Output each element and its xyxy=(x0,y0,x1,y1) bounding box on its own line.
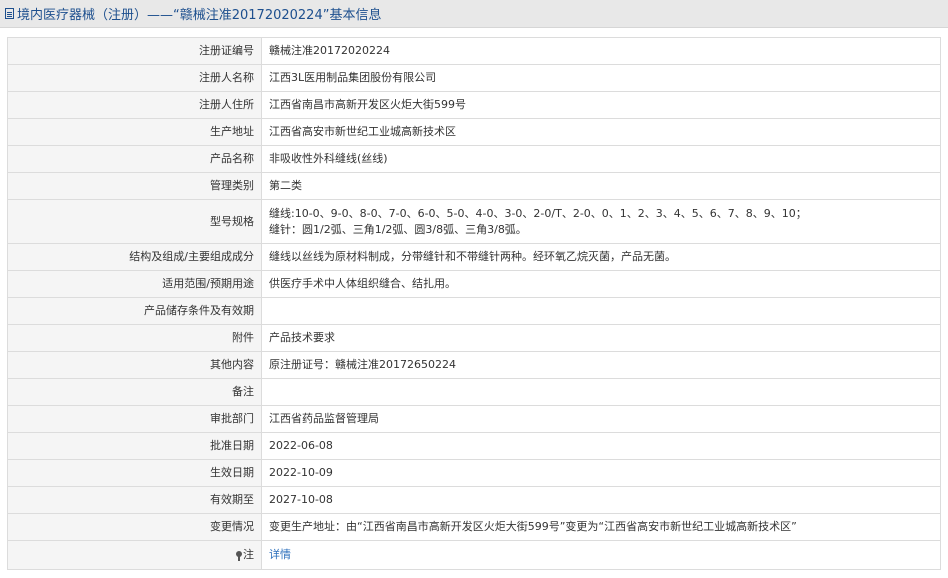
page-title-bar: 境内医疗器械（注册）——“赣械注准20172020224”基本信息 xyxy=(0,0,948,28)
row-value: 产品技术要求 xyxy=(261,324,941,352)
spec-needles: 缝针：圆1/2弧、三角1/2弧、圆3/8弧、三角3/8弧。 xyxy=(269,222,527,236)
row-value: 江西省药品监督管理局 xyxy=(261,405,941,433)
document-icon xyxy=(5,8,14,19)
row-value: 2022-06-08 xyxy=(261,432,941,460)
row-label: 生产地址 xyxy=(7,118,262,146)
row-value: 江西省南昌市高新开发区火炬大街599号 xyxy=(261,91,941,119)
table-row: 产品储存条件及有效期 xyxy=(7,297,941,325)
table-row: 产品名称 非吸收性外科缝线(丝线) xyxy=(7,145,941,173)
row-value: 详情 xyxy=(261,540,941,570)
table-row: 结构及组成/主要组成成分 缝线以丝线为原材料制成，分带缝针和不带缝针两种。经环氧… xyxy=(7,243,941,271)
row-label: 审批部门 xyxy=(7,405,262,433)
row-value xyxy=(261,378,941,406)
table-row: 生效日期 2022-10-09 xyxy=(7,459,941,487)
note-label: 注 xyxy=(243,548,254,561)
row-value: 原注册证号：赣械注准20172650224 xyxy=(261,351,941,379)
spec-sutures: 缝线:10-0、9-0、8-0、7-0、6-0、5-0、4-0、3-0、2-0/… xyxy=(269,206,807,220)
row-label: 有效期至 xyxy=(7,486,262,514)
row-value: 变更生产地址：由“江西省南昌市高新开发区火炬大街599号”变更为“江西省高安市新… xyxy=(261,513,941,541)
row-value: 供医疗手术中人体组织缝合、结扎用。 xyxy=(261,270,941,298)
row-label: 结构及组成/主要组成成分 xyxy=(7,243,262,271)
row-label: 注册人名称 xyxy=(7,64,262,92)
row-label: 注册证编号 xyxy=(7,37,262,65)
table-row: 附件 产品技术要求 xyxy=(7,324,941,352)
row-label: 注 xyxy=(7,540,262,570)
table-row: 备注 xyxy=(7,378,941,406)
row-label: 生效日期 xyxy=(7,459,262,487)
table-row: 适用范围/预期用途 供医疗手术中人体组织缝合、结扎用。 xyxy=(7,270,941,298)
table-row: 注册人住所 江西省南昌市高新开发区火炬大街599号 xyxy=(7,91,941,119)
details-link[interactable]: 详情 xyxy=(269,548,291,561)
row-value: 2027-10-08 xyxy=(261,486,941,514)
row-label: 附件 xyxy=(7,324,262,352)
row-value: 第二类 xyxy=(261,172,941,200)
row-value: 缝线:10-0、9-0、8-0、7-0、6-0、5-0、4-0、3-0、2-0/… xyxy=(261,199,941,244)
row-value: 缝线以丝线为原材料制成，分带缝针和不带缝针两种。经环氧乙烷灭菌，产品无菌。 xyxy=(261,243,941,271)
row-value: 2022-10-09 xyxy=(261,459,941,487)
table-row: 注册证编号 赣械注准20172020224 xyxy=(7,37,941,65)
row-label: 备注 xyxy=(7,378,262,406)
table-row: 型号规格 缝线:10-0、9-0、8-0、7-0、6-0、5-0、4-0、3-0… xyxy=(7,199,941,244)
table-row: 其他内容 原注册证号：赣械注准20172650224 xyxy=(7,351,941,379)
table-row: 管理类别 第二类 xyxy=(7,172,941,200)
table-row: 注 详情 xyxy=(7,540,941,570)
table-row: 批准日期 2022-06-08 xyxy=(7,432,941,460)
row-label: 产品名称 xyxy=(7,145,262,173)
row-label: 批准日期 xyxy=(7,432,262,460)
row-value: 非吸收性外科缝线(丝线) xyxy=(261,145,941,173)
row-value: 赣械注准20172020224 xyxy=(261,37,941,65)
row-value: 江西3L医用制品集团股份有限公司 xyxy=(261,64,941,92)
row-value: 江西省高安市新世纪工业城高新技术区 xyxy=(261,118,941,146)
table-row: 审批部门 江西省药品监督管理局 xyxy=(7,405,941,433)
row-label: 变更情况 xyxy=(7,513,262,541)
row-label: 适用范围/预期用途 xyxy=(7,270,262,298)
row-value xyxy=(261,297,941,325)
row-label: 管理类别 xyxy=(7,172,262,200)
table-row: 注册人名称 江西3L医用制品集团股份有限公司 xyxy=(7,64,941,92)
row-label: 型号规格 xyxy=(7,199,262,244)
row-label: 其他内容 xyxy=(7,351,262,379)
pin-icon xyxy=(236,551,242,561)
row-label: 产品储存条件及有效期 xyxy=(7,297,262,325)
page-title: 境内医疗器械（注册）——“赣械注准20172020224”基本信息 xyxy=(17,8,382,23)
table-row: 生产地址 江西省高安市新世纪工业城高新技术区 xyxy=(7,118,941,146)
row-label: 注册人住所 xyxy=(7,91,262,119)
table-row: 有效期至 2027-10-08 xyxy=(7,486,941,514)
table-row: 变更情况 变更生产地址：由“江西省南昌市高新开发区火炬大街599号”变更为“江西… xyxy=(7,513,941,541)
info-table: 注册证编号 赣械注准20172020224 注册人名称 江西3L医用制品集团股份… xyxy=(7,37,941,570)
